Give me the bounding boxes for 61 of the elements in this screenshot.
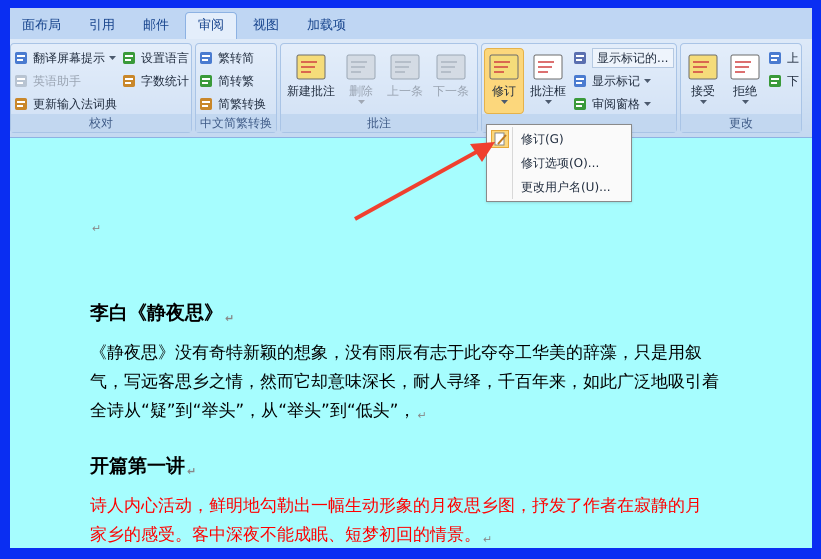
ribbon-tab[interactable]: 邮件: [131, 12, 181, 39]
heading-text: 开篇第一讲: [90, 454, 185, 478]
ribbon-button[interactable]: 翻译屏幕提示: [13, 48, 117, 68]
ribbon-button[interactable]: 字数统计: [121, 71, 189, 91]
ribbon-button[interactable]: 更新输入法词典: [13, 94, 117, 114]
paragraph-line: 《静夜思》没有奇特新颖的想象，没有雨辰有志于此夺夺工华美的辞藻，只是用叙: [90, 342, 702, 364]
ribbon-button[interactable]: 显示标记: [572, 71, 651, 91]
caret-icon: [500, 100, 508, 104]
ribbon-button[interactable]: 接受: [683, 48, 723, 114]
markup-dropdown[interactable]: 显示标记的...: [592, 48, 674, 68]
paragraph-line: 家乡的感受。客中深夜不能成眠、短梦初回的情景。: [90, 524, 481, 546]
caret-icon: [644, 102, 651, 106]
ribbon-tab[interactable]: 面布局: [10, 12, 73, 39]
caret-icon: [109, 56, 116, 60]
paragraph-mark: ↵: [417, 408, 427, 424]
paragraph-mark: ↵: [483, 532, 492, 548]
caret-icon: [644, 79, 651, 83]
caret-icon: [742, 100, 748, 104]
group-label: 校对: [11, 114, 191, 132]
tool-icon: [767, 73, 783, 89]
ribbon-button[interactable]: 简繁转换: [198, 94, 266, 114]
ribbon-button[interactable]: 批注框: [526, 48, 570, 114]
paragraph-line: 气，写远客思乡之情，然而它却意味深长，耐人寻绎，千百年来，如此广泛地吸引着: [90, 370, 719, 394]
ribbon-tab[interactable]: 加载项: [295, 12, 358, 39]
ribbon-button[interactable]: 拒绝: [725, 48, 765, 114]
ribbon-tab[interactable]: 引用: [77, 12, 127, 39]
tool-icon: [121, 73, 137, 89]
ribbon-button[interactable]: 审阅窗格: [572, 94, 651, 114]
ribbon-button[interactable]: 新建批注: [283, 48, 339, 114]
paragraph-line: 全诗从“疑”到“举头”，从“举头”到“低头”，: [90, 400, 416, 422]
caret-icon: [358, 100, 364, 104]
tool-icon: [121, 50, 137, 66]
tool-icon: [13, 73, 29, 89]
tool-icon: [572, 50, 588, 66]
paragraph-mark: ↵: [225, 310, 234, 326]
ribbon-button[interactable]: 下: [767, 71, 799, 91]
caret-icon: [700, 100, 706, 104]
heading-text: 李白《静夜思》: [90, 300, 223, 326]
tool-icon: [767, 50, 783, 66]
ribbon-button[interactable]: 修订: [484, 48, 524, 114]
ribbon-button[interactable]: 上: [767, 48, 799, 68]
tool-icon: [572, 73, 588, 89]
ribbon-tab[interactable]: 视图: [241, 12, 291, 39]
tool-icon: [198, 96, 214, 112]
menu-item[interactable]: 更改用户名(U)...: [487, 175, 631, 199]
tool-icon: [198, 50, 214, 66]
group-label: 中文简繁转换: [196, 114, 276, 132]
ribbon-tab[interactable]: 审阅: [185, 12, 237, 39]
paragraph-line: 诗人内心活动，鲜明地勾勒出一幅生动形象的月夜思乡图，抒发了作者在寂静的月: [90, 494, 702, 518]
group-label: 批注: [281, 114, 477, 132]
tool-icon: [198, 73, 214, 89]
paragraph-mark: ↵: [187, 464, 196, 480]
ribbon-button[interactable]: 设置语言: [121, 48, 189, 68]
group-label: 更改: [681, 114, 801, 132]
ribbon-button[interactable]: 繁转简: [198, 48, 266, 68]
tool-icon: [572, 96, 588, 112]
caret-icon: [544, 100, 552, 104]
paragraph-mark: ↵: [92, 220, 102, 236]
tool-icon: [13, 50, 29, 66]
ribbon-button[interactable]: 简转繁: [198, 71, 266, 91]
tool-icon: [13, 96, 29, 112]
